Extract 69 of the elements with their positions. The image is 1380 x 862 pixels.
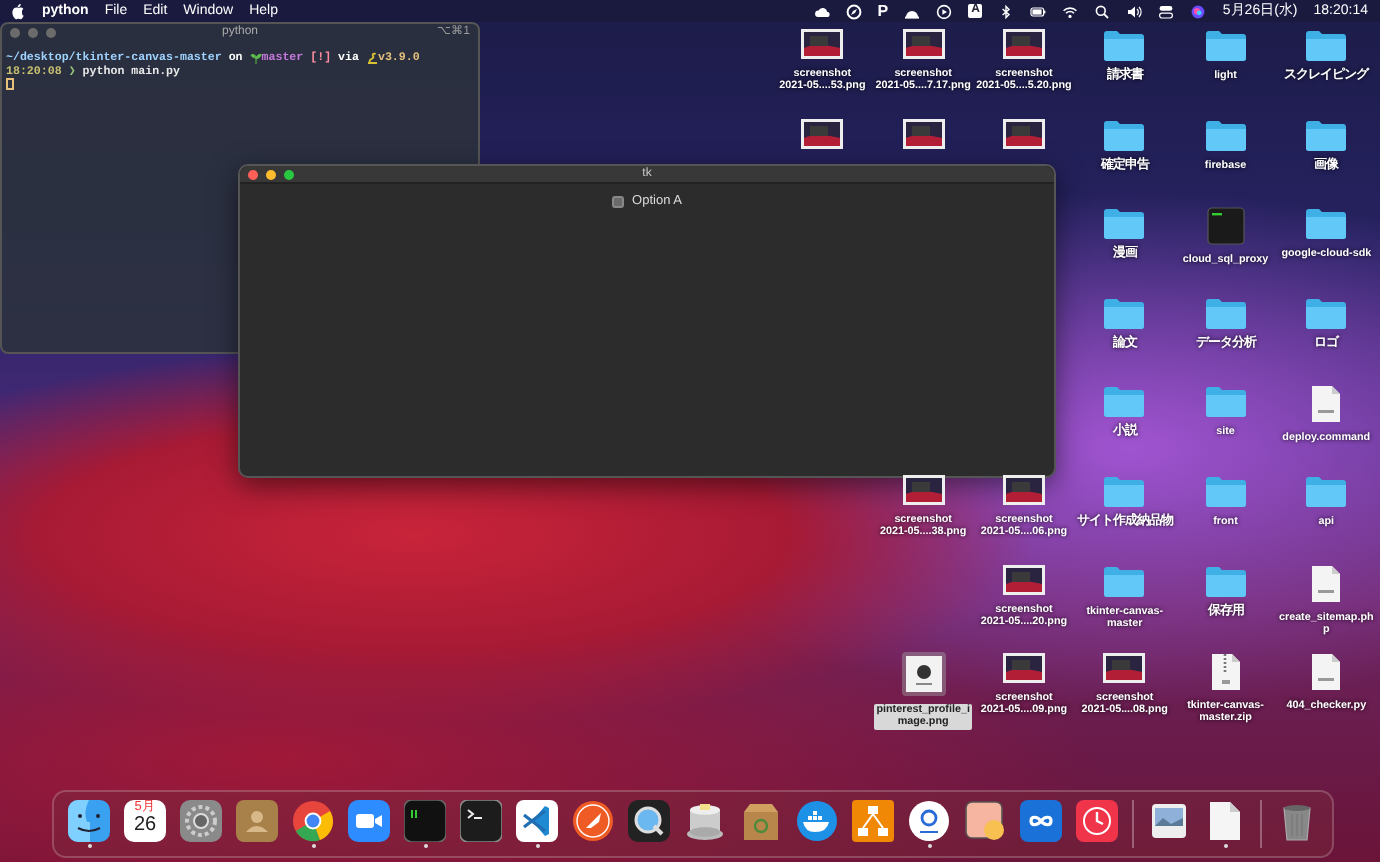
calendar-day: 26 — [133, 814, 157, 836]
screenshot-thumbnail-icon[interactable] — [1001, 117, 1046, 150]
toggles-icon[interactable] — [1158, 3, 1175, 19]
diagram-icon[interactable] — [852, 800, 894, 842]
folder-icon[interactable] — [1203, 563, 1248, 598]
folder-icon[interactable] — [1203, 117, 1248, 152]
bluetooth-icon[interactable] — [998, 3, 1015, 19]
compass-icon[interactable] — [845, 3, 862, 19]
cloud-icon[interactable] — [813, 3, 830, 19]
minimize-button[interactable] — [266, 169, 276, 179]
blank-document-icon[interactable] — [1204, 800, 1246, 842]
box-icon[interactable] — [740, 800, 782, 842]
battery-icon[interactable] — [1030, 3, 1047, 19]
media-player-icon[interactable] — [628, 800, 670, 842]
document-icon[interactable] — [1310, 384, 1343, 425]
zip-file-icon[interactable] — [1209, 652, 1242, 693]
code-editor-icon[interactable] — [516, 800, 558, 842]
folder-icon[interactable] — [1304, 28, 1349, 62]
screenshot-thumbnail-icon[interactable] — [1001, 28, 1046, 60]
photo-document-icon[interactable] — [1148, 800, 1190, 842]
infinity-icon[interactable] — [1020, 800, 1062, 842]
face-icon[interactable] — [68, 800, 110, 842]
screenshot-thumbnail-icon[interactable] — [1001, 473, 1046, 506]
status-menu-item[interactable]: P — [877, 0, 889, 22]
zoom-button[interactable] — [46, 28, 56, 38]
wifi-icon[interactable] — [1062, 3, 1079, 19]
document-icon[interactable] — [1310, 563, 1343, 604]
screenshot-thumbnail-icon[interactable] — [901, 28, 946, 60]
image-file-icon[interactable] — [901, 652, 946, 697]
folder-icon[interactable] — [1203, 295, 1248, 330]
folder-icon[interactable] — [1102, 117, 1147, 152]
siri-icon[interactable] — [1190, 3, 1207, 19]
sprout-icon — [249, 51, 262, 63]
screenshot-thumbnail-icon[interactable] — [1001, 563, 1046, 596]
play-icon[interactable] — [936, 3, 953, 19]
terminal-icon[interactable] — [404, 800, 446, 842]
screenshot-thumbnail-icon[interactable] — [1102, 652, 1147, 685]
whale-icon[interactable] — [796, 800, 838, 842]
close-button[interactable] — [10, 28, 20, 38]
screenshot-thumbnail-icon[interactable] — [1001, 652, 1046, 685]
preview-icon[interactable] — [964, 800, 1006, 842]
browser-icon[interactable] — [292, 800, 334, 842]
search-icon[interactable] — [1094, 3, 1111, 19]
screenshot-thumbnail-icon[interactable] — [800, 28, 845, 60]
screenshot-thumbnail-icon[interactable] — [901, 473, 946, 506]
folder-icon[interactable] — [1102, 295, 1147, 330]
apple-menu-icon[interactable] — [12, 3, 26, 19]
speaker-icon[interactable] — [1126, 3, 1143, 19]
terminal-icon[interactable] — [460, 800, 502, 842]
folder-icon[interactable] — [1102, 206, 1147, 241]
document-icon[interactable] — [1310, 652, 1343, 693]
folder-icon[interactable] — [1304, 117, 1349, 152]
folder-icon[interactable] — [1304, 295, 1349, 330]
close-button[interactable] — [248, 169, 258, 179]
folder-icon[interactable] — [1102, 563, 1147, 598]
screenshot-thumbnail-icon[interactable] — [800, 117, 845, 150]
checkbox[interactable] — [612, 195, 625, 208]
database-icon[interactable] — [684, 800, 726, 842]
clock-icon[interactable] — [1076, 800, 1118, 842]
terminal-cursor — [6, 78, 13, 90]
address-book-icon[interactable] — [236, 800, 278, 842]
gear-icon[interactable] — [180, 800, 222, 842]
folder-icon[interactable] — [1203, 28, 1248, 62]
folder-icon[interactable] — [1102, 28, 1147, 62]
screenshot-thumbnail-icon[interactable] — [901, 117, 946, 150]
zoom-button[interactable] — [284, 169, 294, 179]
folder-icon[interactable] — [1304, 206, 1349, 241]
ring-icon[interactable] — [908, 800, 950, 842]
video-camera-icon[interactable] — [348, 800, 390, 842]
